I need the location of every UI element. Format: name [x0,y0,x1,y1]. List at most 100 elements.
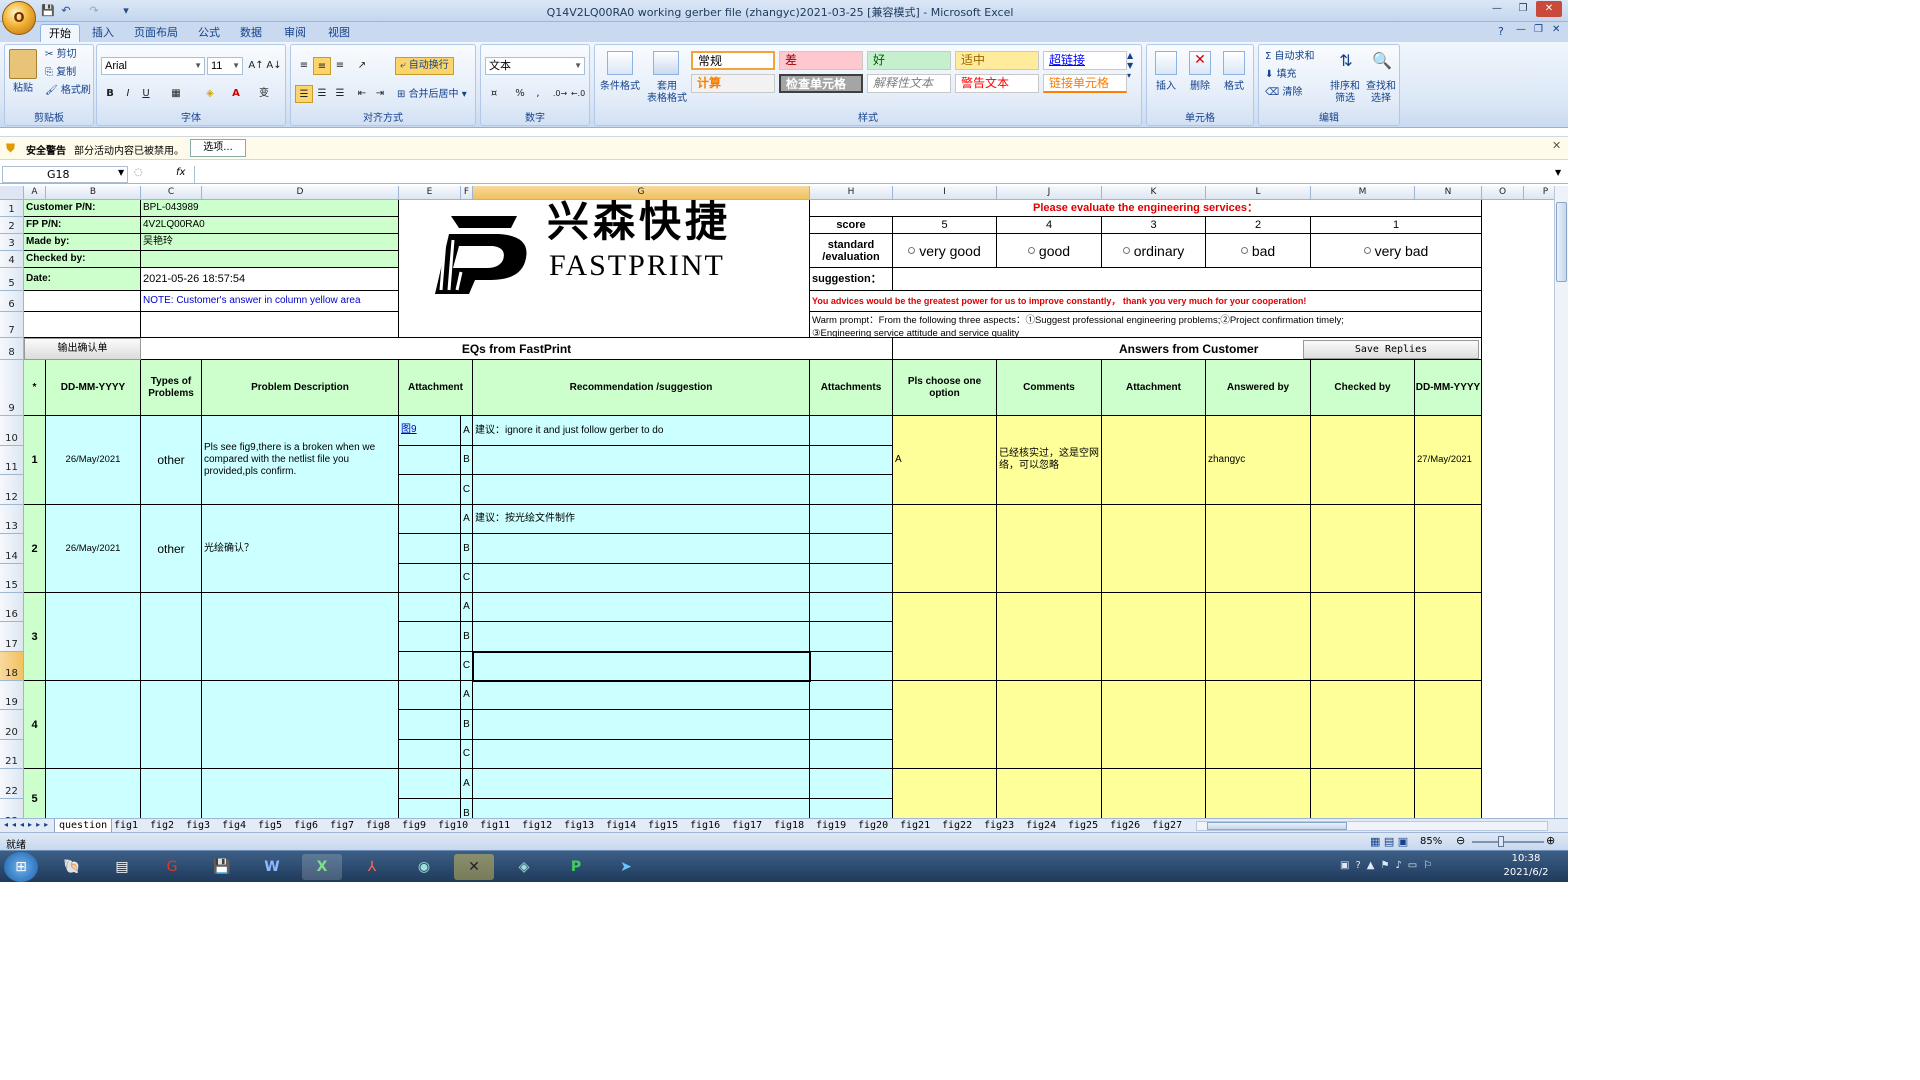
row-header-7[interactable]: 7 [0,312,24,338]
align-center-icon[interactable]: ☰ [313,85,331,103]
eq-date[interactable]: 26/May/2021 [46,416,141,505]
eq-type[interactable] [141,769,202,818]
answer-attachment[interactable] [1102,593,1206,681]
rating-option[interactable]: very good [893,234,997,268]
sort-filter-button[interactable]: 排序和 筛选 [1327,81,1363,105]
radio-icon[interactable] [1122,247,1130,254]
horizontal-scrollbar[interactable] [1196,821,1548,831]
row-header-22[interactable]: 22 [0,769,24,799]
insert-cells-button[interactable]: 插入 [1151,81,1181,93]
decrease-indent-icon[interactable]: ⇤ [353,85,371,103]
paste-icon[interactable] [9,49,37,79]
eq-attachments[interactable] [810,446,893,475]
eq-attachment[interactable] [399,769,461,799]
answer-comment[interactable] [997,593,1102,681]
taskbar-word-icon[interactable]: W [252,854,292,880]
bold-button[interactable]: B [101,85,119,103]
tab-view[interactable]: 视图 [320,24,358,42]
rating-option[interactable]: ordinary [1102,234,1206,268]
answer-date[interactable]: 27/May/2021 [1415,416,1482,505]
sheet-tab-fig22[interactable]: fig22 [938,819,976,833]
eq-date[interactable] [46,769,141,818]
radio-icon[interactable] [1363,247,1371,254]
eq-recommendation[interactable]: 建议：ignore it and just follow gerber to d… [473,416,810,446]
eq-attachments[interactable] [810,622,893,652]
sheet-tab-fig12[interactable]: fig12 [518,819,556,833]
rating-option[interactable]: bad [1206,234,1311,268]
align-top-icon[interactable]: ≡ [295,57,313,75]
answer-choice[interactable] [893,681,997,769]
cell-style-option[interactable]: 检查单元格 [779,74,863,93]
help-icon[interactable]: ? [1498,25,1504,38]
phonetic-icon[interactable]: 变 [255,85,273,103]
paste-button[interactable]: 粘贴 [9,83,37,95]
taskbar-eye-icon[interactable]: ◉ [404,854,444,880]
taskbar-floppy-icon[interactable]: 💾 [202,854,242,880]
row-header-9[interactable]: 9 [0,360,24,416]
zoom-thumb[interactable] [1498,836,1504,847]
tab-data[interactable]: 数据 [232,24,270,42]
column-header-k[interactable]: K [1102,186,1206,200]
row-header-11[interactable]: 11 [0,446,24,475]
cell-style-option[interactable]: 差 [779,51,863,70]
comma-button[interactable]: , [529,85,547,103]
eq-attachments[interactable] [810,564,893,593]
close-security-icon[interactable]: ✕ [1552,139,1561,152]
border-icon[interactable]: ▦ [167,85,185,103]
column-header-j[interactable]: J [997,186,1102,200]
empty-cell[interactable] [24,291,141,312]
row-header-15[interactable]: 15 [0,564,24,593]
grow-font-icon[interactable]: A↑ [247,57,265,75]
answer-attachment[interactable] [1102,416,1206,505]
align-bottom-icon[interactable]: ≡ [331,57,349,75]
currency-icon[interactable]: ¤ [485,85,503,103]
answer-date[interactable] [1415,681,1482,769]
security-options-button[interactable]: 选项... [190,139,246,157]
eq-date[interactable]: 26/May/2021 [46,505,141,593]
fill-color-icon[interactable]: ◈ [201,85,219,103]
info-value[interactable]: BPL-043989 [141,200,399,217]
answer-choice[interactable]: A [893,416,997,505]
eq-attachment[interactable] [399,446,461,475]
column-header-g[interactable]: G [473,186,810,200]
eq-attachment[interactable] [399,475,461,505]
column-header-n[interactable]: N [1415,186,1482,200]
eq-type[interactable]: other [141,505,202,593]
eq-type[interactable] [141,681,202,769]
answer-choice[interactable] [893,505,997,593]
doc-close-icon[interactable]: ✕ [1552,24,1560,35]
zoom-out-icon[interactable]: ⊖ [1456,834,1465,847]
eq-attachments[interactable] [810,681,893,710]
select-all-corner[interactable] [0,186,24,200]
eq-recommendation[interactable] [473,740,810,769]
sheet-tab-fig7[interactable]: fig7 [326,819,358,833]
cut-button[interactable]: ✂ 剪切 [45,49,77,61]
font-name-combo[interactable]: Arial ▼ [101,57,205,75]
column-header-l[interactable]: L [1206,186,1311,200]
conditional-format-icon[interactable] [607,51,633,75]
eq-attachments[interactable] [810,799,893,818]
eq-type[interactable] [141,593,202,681]
sheet-tab-fig25[interactable]: fig25 [1064,819,1102,833]
eq-attachment[interactable] [399,622,461,652]
column-header-d[interactable]: D [202,186,399,200]
empty-cell[interactable] [141,312,399,338]
checked-by[interactable] [1311,416,1415,505]
tab-page-layout[interactable]: 页面布局 [126,24,186,42]
find-select-button[interactable]: 查找和 选择 [1363,81,1399,105]
system-tray-icons[interactable]: ▣?▲⚑♪▭⚐ [1340,860,1438,871]
formula-input[interactable] [194,166,1550,183]
eq-recommendation[interactable]: 建议：按光绘文件制作 [473,505,810,534]
sheet-tab-fig2[interactable]: fig2 [146,819,178,833]
eq-attachment[interactable]: 图9 [399,416,461,446]
answer-attachment[interactable] [1102,505,1206,593]
cell-style-option[interactable]: 链接单元格 [1043,74,1127,93]
sheet-tab-fig27[interactable]: fig27 [1148,819,1186,833]
format-as-table-icon[interactable] [653,51,679,75]
sheet-tab-fig3[interactable]: fig3 [182,819,214,833]
doc-restore-icon[interactable]: ❐ [1534,24,1543,35]
cell-style-option[interactable]: 解释性文本 [867,74,951,93]
tab-formulas[interactable]: 公式 [190,24,228,42]
eq-recommendation[interactable] [473,652,810,681]
eq-attachment[interactable] [399,681,461,710]
